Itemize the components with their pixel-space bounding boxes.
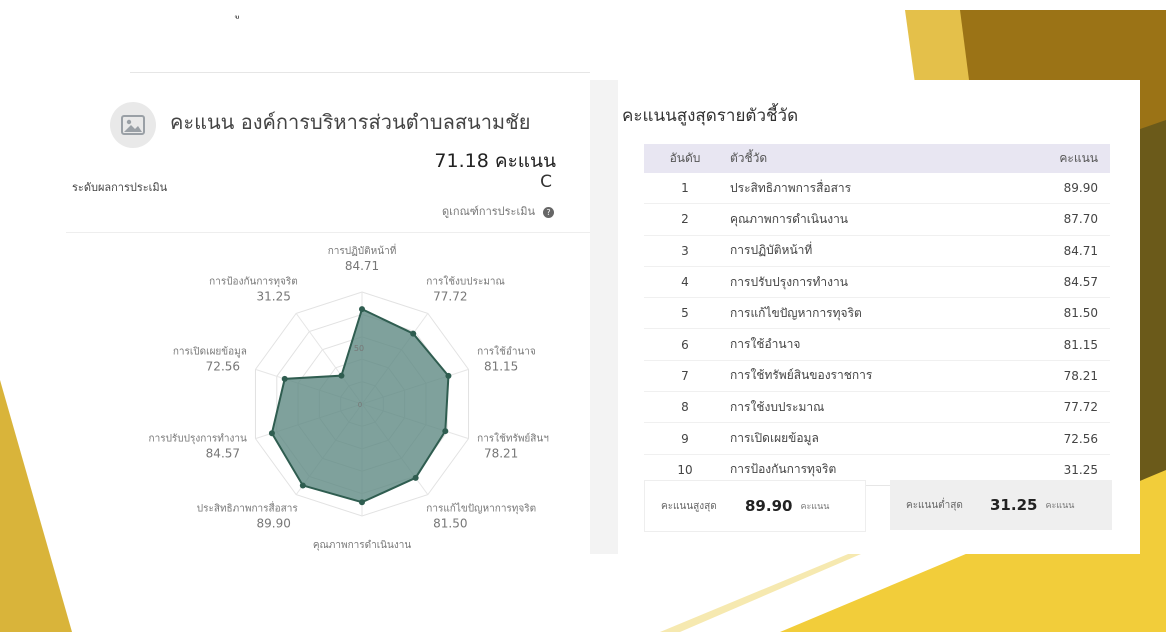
bg-gold-bottom-left (0, 380, 72, 632)
assessment-level-value: C (540, 172, 552, 192)
highest-score-label: คะแนนสูงสุด (661, 500, 717, 512)
score-cell: 77.72 (1017, 391, 1110, 424)
radar-category-label: การปรับปรุงการทำงาน (149, 433, 247, 444)
rank-cell: 8 (644, 391, 726, 424)
radar-point (281, 375, 288, 382)
indicator-cell: การแก้ไขปัญหาการทุจริต (726, 297, 1017, 330)
radar-point (299, 482, 306, 489)
score-cell: 89.90 (1017, 173, 1110, 205)
top-divider (130, 72, 590, 73)
radar-value-label: 87.70 (345, 553, 379, 554)
table-body: 1 ประสิทธิภาพการสื่อสาร 89.90 2 คุณภาพการดำเ… (644, 173, 1110, 486)
score-cell: 72.56 (1017, 422, 1110, 455)
question-circle-icon[interactable]: ? (543, 206, 554, 218)
radar-category-label: คุณภาพการดำเนินงาน (313, 540, 412, 551)
view-criteria-label: ดูเกณฑ์การประเมิน (442, 205, 535, 218)
assessment-level-label: ระดับผลการประเมิน (72, 181, 168, 194)
highest-score-unit: คะแนน (800, 502, 830, 512)
top-indicators-card: คะแนนสูงสุดรายตัวชี้วัด อันดับ ตัวชี้วัด… (618, 80, 1140, 554)
table-row: 3 การปฏิบัติหน้าที่ 84.71 (644, 235, 1110, 267)
radar-category-label: การใช้ทรัพย์สินฯ (477, 432, 549, 444)
organization-score-card: คะแนน องค์การบริหารส่วนตำบลสนามชัย 71.18… (66, 80, 590, 554)
image-placeholder-icon (110, 102, 156, 148)
radar-point (359, 499, 365, 506)
organization-title: คะแนน องค์การบริหารส่วนตำบลสนามชัย (170, 110, 531, 134)
section-divider (66, 232, 590, 233)
rank-cell: 6 (644, 328, 726, 361)
radar-ring-label: 0 (358, 401, 362, 409)
rank-cell: 9 (644, 422, 726, 455)
top-indicators-title: คะแนนสูงสุดรายตัวชี้วัด (622, 106, 799, 126)
radar-value-label: 89.90 (257, 516, 291, 530)
radar-chart: 0 50 การปฏิบัติหน้าที่ 84.71 การใช้งบประมาณ 7… (149, 243, 549, 554)
radar-value-label: 78.21 (484, 446, 518, 460)
rank-cell: 5 (644, 297, 726, 330)
table-row: 8 การใช้งบประมาณ 77.72 (644, 391, 1110, 424)
table-row: 9 การเปิดเผยข้อมูล 72.56 (644, 422, 1110, 455)
rank-cell: 2 (644, 203, 726, 236)
score-cell: 81.15 (1017, 328, 1110, 361)
lowest-score-unit: คะแนน (1045, 501, 1075, 511)
indicator-cell: การใช้ทรัพย์สินของราชการ (726, 360, 1017, 393)
indicator-cell: การเปิดเผยข้อมูล (726, 422, 1017, 455)
radar-ring-label: 50 (354, 344, 364, 353)
column-header-indicator: ตัวชี้วัด (726, 144, 1017, 173)
indicator-cell: ประสิทธิภาพการสื่อสาร (726, 173, 1017, 205)
radar-category-label: การใช้อำนาจ (477, 346, 536, 358)
column-header-rank: อันดับ (644, 144, 726, 173)
radar-point (445, 372, 452, 379)
radar-value-label: 72.56 (206, 360, 240, 374)
rank-cell: 7 (644, 360, 726, 393)
radar-category-label: การปฏิบัติหน้าที่ (328, 243, 397, 257)
lowest-score-label: คะแนนต่ำสุด (906, 499, 963, 511)
radar-value-label: 81.50 (433, 516, 467, 530)
radar-value-label: 84.57 (206, 446, 240, 460)
table-row: 7 การใช้ทรัพย์สินของราชการ 78.21 (644, 360, 1110, 393)
indicator-ranking-table: อันดับ ตัวชี้วัด คะแนน 1 ประสิทธิภาพการสื… (644, 144, 1110, 486)
radar-point (442, 428, 449, 435)
highest-score-box: คะแนนสูงสุด 89.90 คะแนน (644, 480, 866, 532)
score-cell: 84.57 (1017, 266, 1110, 299)
table-row: 4 การปรับปรุงการทำงาน 84.57 (644, 266, 1110, 299)
radar-point (410, 330, 417, 337)
rank-cell: 4 (644, 266, 726, 299)
radar-value-label: 81.15 (484, 360, 518, 374)
radar-point (268, 430, 275, 437)
table-row: 1 ประสิทธิภาพการสื่อสาร 89.90 (644, 173, 1110, 205)
indicator-cell: การใช้งบประมาณ (726, 391, 1017, 424)
score-cell: 81.50 (1017, 297, 1110, 330)
panel-gap (590, 80, 618, 554)
radar-value-label: 31.25 (257, 290, 291, 304)
radar-point (412, 474, 419, 481)
table-row: 2 คุณภาพการดำเนินงาน 87.70 (644, 203, 1110, 236)
indicator-cell: คุณภาพการดำเนินงาน (726, 203, 1017, 236)
radar-point (359, 306, 365, 313)
table-row: 6 การใช้อำนาจ 81.15 (644, 328, 1110, 361)
indicator-cell: การปฏิบัติหน้าที่ (726, 235, 1017, 267)
score-cell: 87.70 (1017, 203, 1110, 236)
table-header-row: อันดับ ตัวชี้วัด คะแนน (644, 144, 1110, 173)
radar-point (338, 372, 345, 379)
rank-cell: 1 (644, 173, 726, 205)
table-row: 5 การแก้ไขปัญหาการทุจริต 81.50 (644, 297, 1110, 330)
score-cell: 78.21 (1017, 360, 1110, 393)
total-score: 71.18 คะแนน (434, 150, 556, 172)
radar-category-label: ประสิทธิภาพการสื่อสาร (197, 500, 299, 514)
lowest-score-box: คะแนนต่ำสุด 31.25 คะแนน (890, 480, 1112, 530)
radar-value-label: 84.71 (345, 259, 379, 273)
radar-category-label: การป้องกันการทุจริต (209, 276, 298, 288)
rank-cell: 3 (644, 235, 726, 267)
indicator-cell: การใช้อำนาจ (726, 328, 1017, 361)
highest-score-value: 89.90 (745, 497, 793, 515)
score-cell: 84.71 (1017, 235, 1110, 267)
radar-category-label: การเปิดเผยข้อมูล (173, 346, 247, 358)
view-criteria-link[interactable]: ดูเกณฑ์การประเมิน? (442, 202, 554, 220)
radar-value-label: 77.72 (433, 290, 467, 304)
indicator-cell: การปรับปรุงการทำงาน (726, 266, 1017, 299)
radar-category-label: การใช้งบประมาณ (426, 276, 505, 288)
column-header-score: คะแนน (1017, 144, 1110, 173)
lowest-score-value: 31.25 (990, 496, 1038, 514)
radar-category-label: การแก้ไขปัญหาการทุจริต (426, 502, 536, 514)
